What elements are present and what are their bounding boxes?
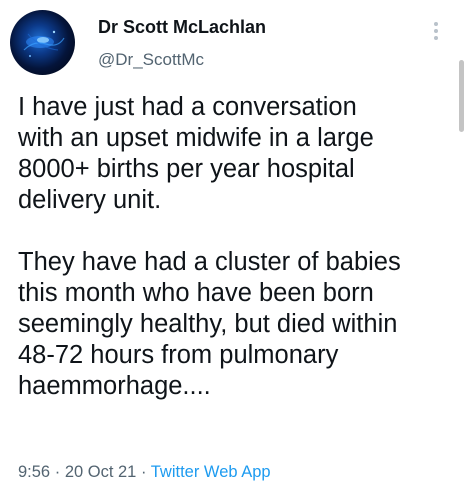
avatar[interactable] [10, 10, 75, 75]
tweet-line: They have had a cluster of babies [18, 248, 401, 276]
tweet-line: with an upset midwife in a large [18, 124, 374, 152]
tweet-line: haemmorhage.... [18, 372, 211, 400]
tweet-meta: 9:56 · 20 Oct 21 · Twitter Web App [18, 463, 271, 482]
avatar-image [23, 30, 65, 57]
author-name[interactable]: Dr Scott McLachlan [98, 17, 266, 38]
tweet-line: 48-72 hours from pulmonary [18, 341, 339, 369]
tweet-time[interactable]: 9:56 [18, 463, 50, 481]
tweet-line: this month who have been born [18, 279, 374, 307]
paragraph-break [18, 216, 458, 247]
tweet-line: 8000+ births per year hospital [18, 155, 355, 183]
tweet-card: Dr Scott McLachlan @Dr_ScottMc I have ju… [0, 0, 467, 500]
tweet-line: I have just had a conversation [18, 93, 357, 121]
tweet-text: I have just had a conversation with an u… [18, 92, 458, 402]
tweet-date[interactable]: 20 Oct 21 [65, 463, 137, 481]
more-vertical-icon[interactable] [432, 22, 440, 44]
author-handle[interactable]: @Dr_ScottMc [98, 50, 204, 70]
meta-separator: · [54, 463, 61, 481]
tweet-line: seemingly healthy, but died within [18, 310, 398, 338]
scrollbar-thumb[interactable] [459, 60, 464, 132]
meta-separator: · [140, 463, 147, 481]
tweet-line: delivery unit. [18, 186, 162, 214]
tweet-source[interactable]: Twitter Web App [151, 463, 271, 481]
